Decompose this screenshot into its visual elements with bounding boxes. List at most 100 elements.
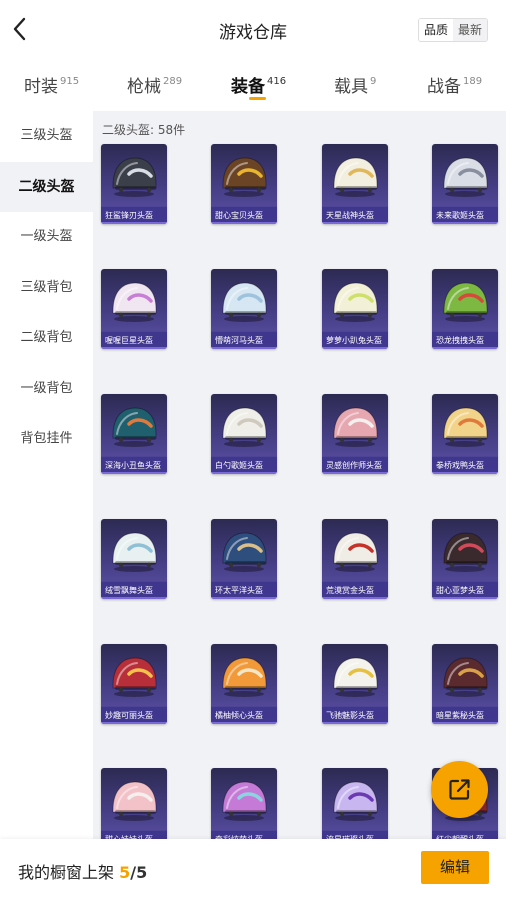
helmet-item-card[interactable]: 恐龙拽拽头盔 <box>432 269 498 349</box>
helmet-item-card[interactable]: 环太平洋头盔 <box>211 519 277 599</box>
tab-count: 915 <box>60 76 80 87</box>
helmet-item-card[interactable]: 暗星紫秘头盔 <box>432 644 498 724</box>
tab-firearms[interactable]: 枪械 289 <box>127 72 182 97</box>
showcase-current-count: 5 <box>119 863 131 882</box>
helmet-item-card[interactable]: 流星璀璨头盔 <box>322 768 388 839</box>
subcategory-sidebar: 三级头盔 二级头盔 一级头盔 三级背包 二级背包 一级背包 背包挂件 <box>0 111 93 839</box>
tab-label: 战备 <box>427 77 461 97</box>
helmet-image <box>443 157 488 197</box>
helmet-item-card[interactable]: 甜心亚梦头盔 <box>432 519 498 599</box>
sidebar-item-level2-helmet[interactable]: 二级头盔 <box>0 162 93 212</box>
tab-count: 9 <box>370 76 377 87</box>
quality-strip <box>211 347 277 349</box>
top-bar: 游戏仓库 品质 最新 <box>0 0 506 60</box>
showcase-total-count: 5 <box>136 863 148 882</box>
helmet-image <box>222 781 267 821</box>
helmet-item-card[interactable]: 橘柚倾心头盔 <box>211 644 277 724</box>
helmet-image <box>333 657 378 697</box>
helmet-item-card[interactable]: 未来歌姬头盔 <box>432 144 498 224</box>
helmet-item-card[interactable]: 白勺歌姬头盔 <box>211 394 277 474</box>
helmet-image <box>333 532 378 572</box>
quality-strip <box>211 722 277 724</box>
edit-button[interactable]: 编辑 <box>421 851 489 884</box>
item-count-label: 二级头盔: 58件 <box>102 123 186 137</box>
helmet-item-card[interactable]: 懵萌河马头盔 <box>211 269 277 349</box>
sidebar-item-level3-helmet[interactable]: 三级头盔 <box>0 111 93 161</box>
helmet-item-card[interactable]: 荒漠赏金头盔 <box>322 519 388 599</box>
helmet-image <box>443 532 488 572</box>
quality-strip <box>101 472 167 474</box>
active-tab-indicator <box>249 97 266 100</box>
helmet-item-name: 红尘朝醒头盔 <box>432 830 498 839</box>
quality-strip <box>432 722 498 724</box>
helmet-image <box>112 532 157 572</box>
quality-strip <box>432 347 498 349</box>
tab-vehicles[interactable]: 载具 9 <box>334 72 376 97</box>
tab-label: 载具 <box>334 77 368 97</box>
quality-strip <box>211 597 277 599</box>
helmet-item-card[interactable]: 深海小丑鱼头盔 <box>101 394 167 474</box>
sidebar-item-level2-backpack[interactable]: 二级背包 <box>0 313 93 363</box>
showcase-bar: 我的橱窗上架 5/5 编辑 <box>0 839 506 897</box>
helmet-image <box>112 282 157 322</box>
helmet-item-card[interactable]: 绒雪飘舞头盔 <box>101 519 167 599</box>
helmet-item-name: 奇彩炫萌头盔 <box>211 830 277 839</box>
helmet-item-card[interactable]: 灵感创作师头盔 <box>322 394 388 474</box>
helmet-item-card[interactable]: 天星战神头盔 <box>322 144 388 224</box>
helmet-image <box>443 407 488 447</box>
quality-strip <box>101 597 167 599</box>
tab-count: 416 <box>267 76 287 87</box>
helmet-image <box>112 407 157 447</box>
helmet-image <box>222 657 267 697</box>
tab-label: 时装 <box>24 77 58 97</box>
quality-strip <box>322 472 388 474</box>
quality-strip <box>322 347 388 349</box>
helmet-item-card[interactable]: 萝萝小趴兔头盔 <box>322 269 388 349</box>
showcase-status: 我的橱窗上架 5/5 <box>18 859 147 883</box>
tab-battle-gear[interactable]: 战备 189 <box>427 72 482 97</box>
showcase-label: 我的橱窗上架 <box>18 863 115 882</box>
helmet-image <box>222 532 267 572</box>
helmet-item-card[interactable]: 甜心娃娃头盔 <box>101 768 167 839</box>
sidebar-item-level1-backpack[interactable]: 一级背包 <box>0 364 93 414</box>
category-tabs: 时装 915 枪械 289 装备 416 载具 9 战备 189 <box>0 64 506 110</box>
share-floating-button[interactable] <box>431 761 488 818</box>
helmet-image <box>222 407 267 447</box>
helmet-item-name: 甜心娃娃头盔 <box>101 830 167 839</box>
tab-equipment[interactable]: 装备 416 <box>231 72 286 97</box>
tab-count: 289 <box>163 76 183 87</box>
quality-strip <box>101 222 167 224</box>
helmet-item-card[interactable]: 妙趣可丽头盔 <box>101 644 167 724</box>
tab-fashion[interactable]: 时装 915 <box>24 72 79 97</box>
sort-quality-option[interactable]: 品质 <box>418 19 453 41</box>
helmet-image <box>333 282 378 322</box>
sidebar-item-level1-helmet[interactable]: 一级头盔 <box>0 212 93 262</box>
helmet-item-card[interactable]: 喔喔巨星头盔 <box>101 269 167 349</box>
sidebar-item-level3-backpack[interactable]: 三级背包 <box>0 263 93 313</box>
helmet-image <box>333 157 378 197</box>
quality-strip <box>322 722 388 724</box>
quality-strip <box>211 472 277 474</box>
helmet-image <box>443 657 488 697</box>
sort-toggle[interactable]: 品质 最新 <box>417 18 488 42</box>
quality-strip <box>322 597 388 599</box>
quality-strip <box>432 222 498 224</box>
quality-strip <box>432 472 498 474</box>
helmet-item-card[interactable]: 狂鲨锋刃头盔 <box>101 144 167 224</box>
tab-label: 装备 <box>231 77 265 97</box>
quality-strip <box>101 347 167 349</box>
helmet-item-card[interactable]: 甜心宝贝头盔 <box>211 144 277 224</box>
tab-count: 189 <box>463 76 483 87</box>
quality-strip <box>322 222 388 224</box>
helmet-item-card[interactable]: 奇彩炫萌头盔 <box>211 768 277 839</box>
share-external-icon <box>449 779 470 800</box>
sort-newest-option[interactable]: 最新 <box>452 19 487 41</box>
helmet-item-card[interactable]: 拳桥戏鸭头盔 <box>432 394 498 474</box>
helmet-item-card[interactable]: 飞驰魅影头盔 <box>322 644 388 724</box>
helmet-image <box>443 282 488 322</box>
helmet-image <box>222 157 267 197</box>
quality-strip <box>101 722 167 724</box>
sidebar-item-backpack-pendant[interactable]: 背包挂件 <box>0 414 93 464</box>
helmet-image <box>333 407 378 447</box>
helmet-image <box>112 657 157 697</box>
